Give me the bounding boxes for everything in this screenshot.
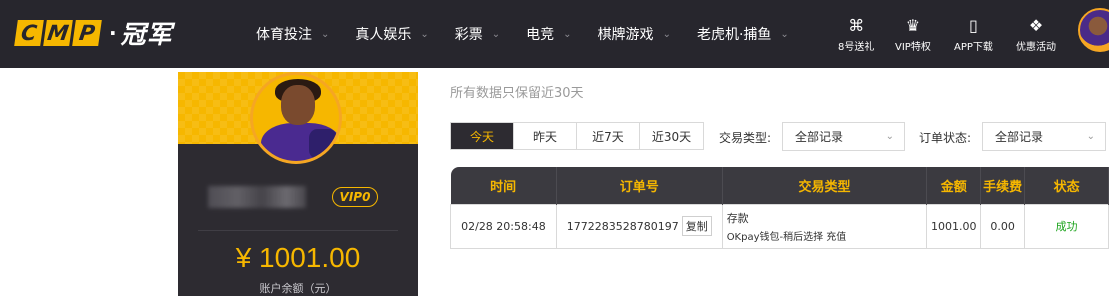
util-label: APP下载 [954,42,993,53]
date-filter-yesterday[interactable]: 昨天 [514,123,577,149]
nav-item-esports[interactable]: 电竞 ⌄ [526,24,571,44]
chevron-down-icon: ⌄ [885,131,894,142]
main-nav: 体育投注 ⌄ 真人娱乐 ⌄ 彩票 ⌄ 电竞 ⌄ 棋牌游戏 ⌄ 老虎机·捕鱼 ⌄ [256,0,815,68]
divider [198,230,398,231]
cell-time: 02/28 20:58:48 [450,203,557,249]
chevron-down-icon: ⌄ [662,28,671,40]
crown-icon: ♛ [905,16,921,35]
util-promotions[interactable]: ❖ 优惠活动 [1016,16,1056,53]
nav-item-slots-fishing[interactable]: 老虎机·捕鱼 ⌄ [697,24,789,44]
select-value: 全部记录 [995,130,1044,144]
chevron-down-icon: ⌄ [1086,131,1095,142]
util-gift-8th[interactable]: ⌘ 8号送礼 [838,16,874,53]
nav-item-sports[interactable]: 体育投注 ⌄ [256,24,329,44]
logo-text: 冠军 [120,20,173,49]
column-header-type: 交易类型 [722,167,928,204]
cell-fee: 0.00 [980,203,1026,249]
profile-panel: VIP0 ¥ 1001.00 账户余额（元） [178,72,418,296]
date-filter-today[interactable]: 今天 [451,123,514,149]
nav-item-label: 棋牌游戏 [597,27,654,43]
cell-type: 存款 OKpay钱包-稍后选择 充值 [721,203,928,249]
gift-box-icon: ⌘ [848,16,865,35]
profile-avatar [250,72,342,164]
chevron-down-icon: ⌄ [563,28,572,40]
transaction-type-select[interactable]: 全部记录 ⌄ [782,122,905,151]
util-vip[interactable]: ♛ VIP特权 [895,16,931,53]
account-balance: ¥ 1001.00 [235,242,361,273]
table-header-row: 时间 订单号 交易类型 金额 手续费 状态 [450,167,1109,204]
util-label: 优惠活动 [1016,42,1056,53]
date-filter-30days[interactable]: 近30天 [640,123,703,149]
logo-letter: C [14,20,44,46]
transaction-type-label: 交易类型: [719,131,772,145]
order-number: 1772283528780197 [566,220,679,233]
util-app-download[interactable]: ▯ APP下载 [954,16,993,53]
chevron-down-icon: ⌄ [321,28,330,40]
date-filter-7days[interactable]: 近7天 [577,123,640,149]
column-header-time: 时间 [450,167,557,204]
table-row: 02/28 20:58:48 1772283528780197 复制 存款 OKp… [450,203,1109,249]
nav-item-label: 老虎机·捕鱼 [696,27,772,43]
cell-amount: 1001.00 [926,203,982,249]
brand-logo[interactable]: C M P · 冠军 [14,17,173,49]
copy-button[interactable]: 复制 [681,216,712,236]
nav-item-lottery[interactable]: 彩票 ⌄ [455,24,500,44]
logo-letter: P [72,20,102,46]
logo-letter: M [43,20,73,46]
util-label: 8号送礼 [838,42,875,53]
date-filter-group: 今天 昨天 近7天 近30天 [450,122,704,150]
column-header-order-no: 订单号 [556,167,723,204]
user-avatar[interactable] [1078,8,1109,52]
nav-item-live-casino[interactable]: 真人娱乐 ⌄ [355,24,428,44]
nav-item-label: 电竞 [526,27,555,43]
nav-item-label: 彩票 [454,27,483,43]
cell-order-no: 1772283528780197 复制 [555,203,723,249]
order-status-label: 订单状态: [919,131,972,145]
chevron-down-icon: ⌄ [780,28,789,40]
balance-label: 账户余额（元） [259,282,337,295]
column-header-amount: 金额 [926,167,982,204]
nav-item-label: 真人娱乐 [355,27,412,43]
logo-dot: · [109,21,117,45]
column-header-fee: 手续费 [980,167,1026,204]
vip-badge: VIP0 [332,187,378,207]
data-retention-notice: 所有数据只保留近30天 [450,86,584,101]
util-label: VIP特权 [895,42,931,53]
transaction-type-detail: OKpay钱包-稍后选择 充值 [726,231,847,243]
phone-icon: ▯ [969,16,978,35]
select-value: 全部记录 [795,130,844,144]
transaction-type: 存款 [726,211,749,225]
top-navigation-bar: C M P · 冠军 体育投注 ⌄ 真人娱乐 ⌄ 彩票 ⌄ 电竞 ⌄ 棋牌游戏 … [0,0,1109,68]
nav-item-card-games[interactable]: 棋牌游戏 ⌄ [598,24,671,44]
nav-item-label: 体育投注 [256,27,312,43]
transactions-table: 时间 订单号 交易类型 金额 手续费 状态 02/28 20:58:48 177… [450,167,1109,249]
present-icon: ❖ [1028,16,1044,35]
cell-status: 成功 [1024,203,1109,249]
chevron-down-icon: ⌄ [491,28,501,40]
column-header-status: 状态 [1024,167,1109,204]
order-status-select[interactable]: 全部记录 ⌄ [982,122,1106,151]
chevron-down-icon: ⌄ [420,28,429,40]
username-masked [208,186,306,208]
